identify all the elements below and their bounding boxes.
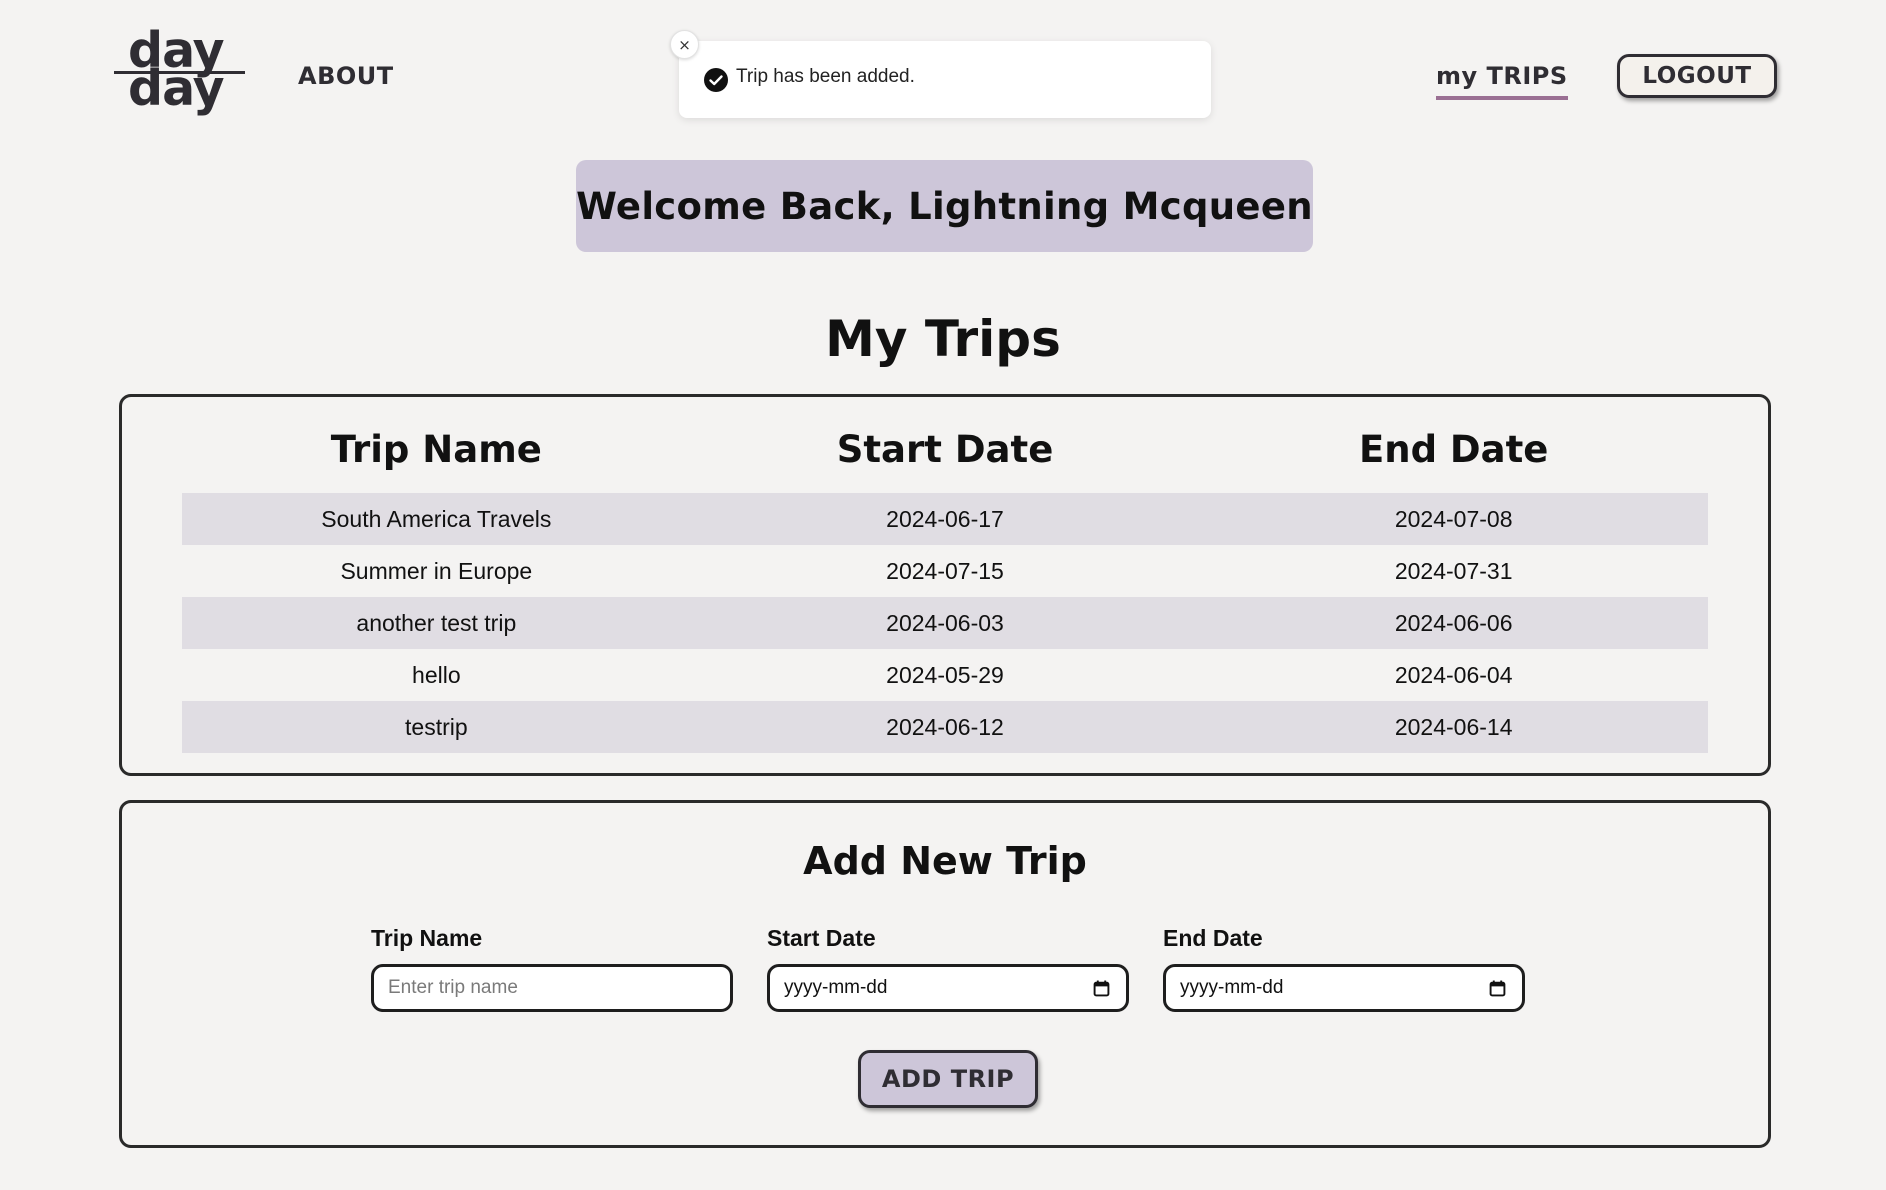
- welcome-banner: Welcome Back, Lightning Mcqueen: [576, 160, 1313, 252]
- add-trip-button[interactable]: ADD TRIP: [858, 1050, 1038, 1108]
- trip-name-field: Trip Name: [371, 925, 733, 1012]
- table-row: Summer in Europe 2024-07-15 2024-07-31: [182, 545, 1708, 597]
- trips-table: Trip Name Start Date End Date South Amer…: [182, 397, 1708, 753]
- logo[interactable]: day day: [114, 22, 248, 118]
- cell-start-date: 2024-06-03: [886, 609, 1004, 636]
- trip-name-box: [371, 964, 733, 1012]
- toast-notification: × Trip has been added.: [670, 30, 1211, 118]
- trip-name-label: Trip Name: [371, 925, 483, 951]
- trips-table-card: Trip Name Start Date End Date South Amer…: [119, 394, 1771, 776]
- cell-trip-name: hello: [412, 661, 461, 688]
- cell-end-date: 2024-07-31: [1394, 557, 1513, 584]
- column-header-end-date: End Date: [1358, 427, 1549, 471]
- cell-end-date: 2024-06-06: [1394, 609, 1513, 636]
- cell-trip-name: South America Travels: [321, 505, 552, 532]
- page-title: My Trips: [825, 310, 1061, 368]
- cell-end-date: 2024-06-14: [1394, 713, 1513, 740]
- nav-about-link[interactable]: ABOUT: [298, 62, 394, 90]
- cell-start-date: 2024-06-12: [886, 713, 1004, 740]
- start-date-label: Start Date: [767, 925, 876, 951]
- table-row: South America Travels 2024-06-17 2024-07…: [182, 493, 1708, 545]
- cell-start-date: 2024-06-17: [886, 505, 1004, 532]
- logo-text-bottom: day: [128, 60, 225, 117]
- trip-name-input[interactable]: [388, 977, 688, 999]
- end-date-label: End Date: [1163, 925, 1263, 951]
- cell-trip-name: Summer in Europe: [340, 557, 533, 584]
- start-date-value: yyyy-mm-dd: [784, 977, 888, 998]
- cell-end-date: 2024-07-08: [1394, 505, 1513, 532]
- calendar-icon[interactable]: [1093, 980, 1110, 997]
- cell-start-date: 2024-07-15: [886, 557, 1004, 584]
- calendar-icon[interactable]: [1489, 980, 1506, 997]
- table-header-row: Trip Name Start Date End Date: [182, 397, 1708, 493]
- column-header-start-date: Start Date: [836, 427, 1054, 471]
- close-icon[interactable]: ×: [670, 30, 699, 59]
- check-circle-icon: [704, 68, 728, 92]
- table-row: hello 2024-05-29 2024-06-04: [182, 649, 1708, 701]
- column-header-trip-name: Trip Name: [330, 427, 542, 471]
- cell-trip-name: testrip: [405, 713, 468, 740]
- end-date-input[interactable]: yyyy-mm-dd: [1163, 964, 1525, 1012]
- add-trip-title: Add New Trip: [803, 839, 1087, 883]
- toast-message: Trip has been added.: [736, 66, 915, 87]
- logout-button[interactable]: LOGOUT: [1617, 54, 1777, 98]
- nav-my-trips-link[interactable]: my TRIPS: [1436, 62, 1568, 100]
- start-date-field: Start Date yyyy-mm-dd: [767, 925, 1129, 1012]
- cell-start-date: 2024-05-29: [886, 661, 1004, 688]
- table-row: another test trip 2024-06-03 2024-06-06: [182, 597, 1708, 649]
- add-trip-card: Add New Trip Trip Name Start Date yyyy-m…: [119, 800, 1771, 1148]
- cell-end-date: 2024-06-04: [1394, 661, 1513, 688]
- end-date-field: End Date yyyy-mm-dd: [1163, 925, 1525, 1012]
- cell-trip-name: another test trip: [356, 609, 517, 636]
- end-date-value: yyyy-mm-dd: [1180, 977, 1284, 998]
- table-row: testrip 2024-06-12 2024-06-14: [182, 701, 1708, 753]
- start-date-input[interactable]: yyyy-mm-dd: [767, 964, 1129, 1012]
